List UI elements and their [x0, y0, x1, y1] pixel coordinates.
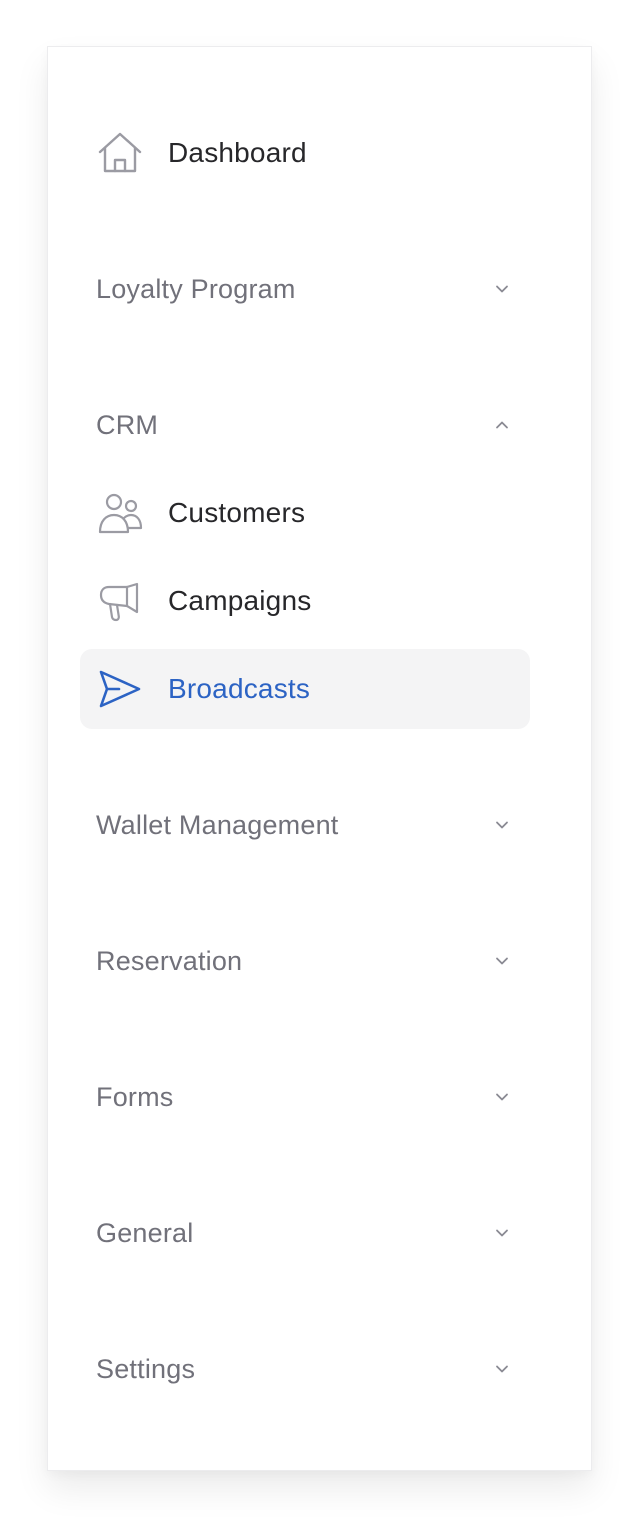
- section-label: General: [96, 1218, 194, 1248]
- sidebar-item-label: Broadcasts: [168, 673, 311, 704]
- sidebar-item-label: Campaigns: [168, 585, 312, 616]
- send-icon: [96, 667, 144, 711]
- section-label: Wallet Management: [96, 810, 339, 840]
- home-icon: [96, 131, 144, 175]
- chevron-down-icon: [496, 1365, 508, 1373]
- sidebar-item-campaigns[interactable]: Campaigns: [80, 561, 530, 641]
- chevron-down-icon: [496, 285, 508, 293]
- section-label: Settings: [96, 1354, 196, 1384]
- megaphone-icon: [96, 579, 144, 623]
- section-forms[interactable]: Forms: [80, 1057, 530, 1137]
- sidebar-item-label: Customers: [168, 497, 306, 528]
- section-label: CRM: [96, 410, 159, 440]
- section-label: Loyalty Program: [96, 274, 296, 304]
- chevron-down-icon: [496, 821, 508, 829]
- sidebar-item-dashboard[interactable]: Dashboard: [80, 113, 530, 193]
- section-label: Forms: [96, 1082, 174, 1112]
- section-crm[interactable]: CRM: [80, 385, 530, 465]
- section-settings[interactable]: Settings: [80, 1329, 530, 1409]
- section-wallet-management[interactable]: Wallet Management: [80, 785, 530, 865]
- chevron-down-icon: [496, 1229, 508, 1237]
- section-label: Reservation: [96, 946, 243, 976]
- sidebar-panel: Dashboard Loyalty Program CRM Customers: [47, 46, 592, 1471]
- sidebar-item-broadcasts[interactable]: Broadcasts: [80, 649, 530, 729]
- chevron-up-icon: [496, 421, 508, 429]
- users-icon: [96, 491, 144, 535]
- section-general[interactable]: General: [80, 1193, 530, 1273]
- sidebar-item-label: Dashboard: [168, 137, 307, 168]
- section-reservation[interactable]: Reservation: [80, 921, 530, 1001]
- section-loyalty-program[interactable]: Loyalty Program: [80, 249, 530, 329]
- chevron-down-icon: [496, 1093, 508, 1101]
- chevron-down-icon: [496, 957, 508, 965]
- sidebar-item-customers[interactable]: Customers: [80, 473, 530, 553]
